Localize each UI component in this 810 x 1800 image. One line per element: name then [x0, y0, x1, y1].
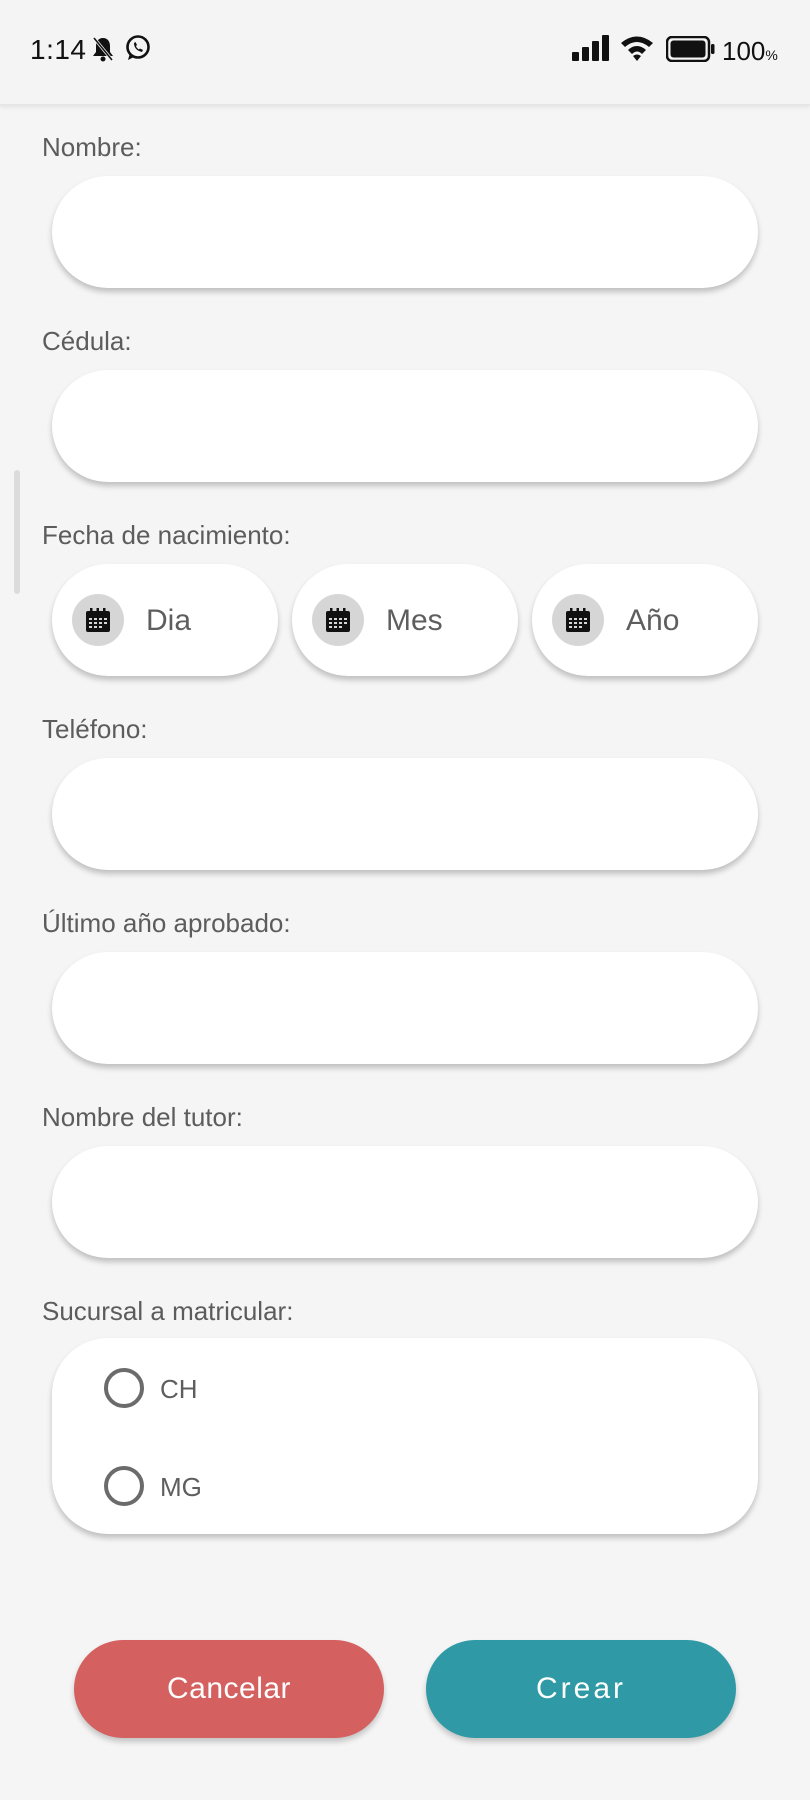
year-placeholder: Año: [626, 604, 680, 637]
battery-icon: [665, 35, 716, 67]
telefono-input[interactable]: [52, 758, 758, 870]
scroll-indicator[interactable]: [14, 470, 20, 594]
signal-icon: [572, 34, 612, 67]
sucursal-radio-group: CH MG: [52, 1338, 758, 1534]
wifi-icon: [620, 34, 654, 67]
radio-label: MG: [160, 1472, 202, 1502]
ultimo-anio-label: Último año aprobado:: [42, 908, 291, 938]
nombre-input[interactable]: [52, 176, 758, 288]
month-placeholder: Mes: [386, 604, 443, 637]
day-placeholder: Dia: [146, 604, 192, 637]
cedula-input[interactable]: [52, 370, 758, 482]
bell-muted-icon: [92, 36, 114, 67]
whatsapp-icon: [124, 34, 152, 67]
ultimo-anio-input[interactable]: [52, 952, 758, 1064]
calendar-icon: [552, 594, 604, 646]
calendar-icon: [72, 594, 124, 646]
fecha-label: Fecha de nacimiento:: [42, 520, 291, 550]
cedula-label: Cédula:: [42, 326, 132, 356]
month-picker[interactable]: Mes: [292, 564, 518, 676]
cancel-button[interactable]: Cancelar: [74, 1640, 384, 1738]
tutor-input[interactable]: [52, 1146, 758, 1258]
tutor-label: Nombre del tutor:: [42, 1102, 243, 1132]
radio-button[interactable]: [104, 1368, 144, 1408]
day-picker[interactable]: Dia: [52, 564, 278, 676]
calendar-icon: [312, 594, 364, 646]
radio-button[interactable]: [104, 1466, 144, 1506]
year-picker[interactable]: Año: [532, 564, 758, 676]
battery-percent: 100%: [722, 36, 778, 66]
sucursal-label: Sucursal a matricular:: [42, 1296, 294, 1326]
status-bar: 1:14 100%: [0, 0, 810, 106]
telefono-label: Teléfono:: [42, 714, 148, 744]
nombre-label: Nombre:: [42, 132, 142, 162]
radio-label: CH: [160, 1374, 198, 1404]
create-button[interactable]: Crear: [426, 1640, 736, 1738]
status-time: 1:14: [30, 34, 87, 65]
